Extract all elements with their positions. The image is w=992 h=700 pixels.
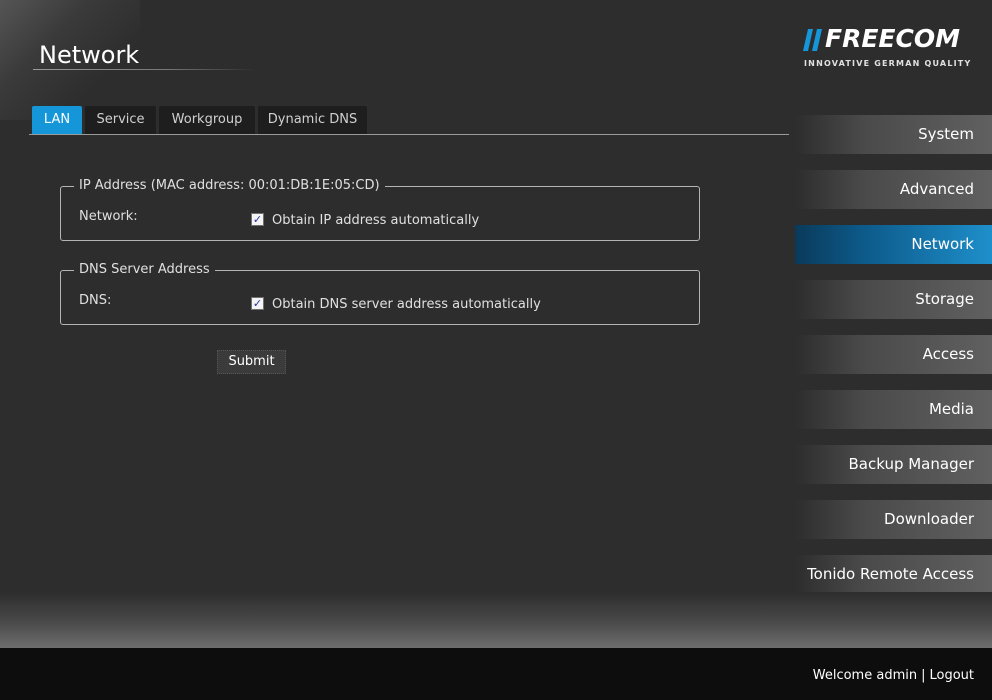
footer-bar: Welcome admin | Logout xyxy=(0,648,992,700)
logo-slashes-icon xyxy=(803,29,822,51)
bottom-gradient xyxy=(0,592,992,648)
logo-wordmark: FREECOM xyxy=(825,24,960,53)
nav-item-storage[interactable]: Storage xyxy=(795,280,992,319)
ip-address-legend: IP Address (MAC address: 00:01:DB:1E:05:… xyxy=(74,178,385,193)
obtain-ip-checkbox[interactable]: ✓ xyxy=(251,213,264,226)
nav-item-advanced[interactable]: Advanced xyxy=(795,170,992,209)
nav-item-network[interactable]: Network xyxy=(795,225,992,264)
network-label: Network: xyxy=(79,209,138,224)
footer-separator: | xyxy=(921,668,926,683)
footer-text: Welcome admin | Logout xyxy=(813,668,974,683)
welcome-text: Welcome admin xyxy=(812,668,918,683)
nav-item-access[interactable]: Access xyxy=(795,335,992,374)
submit-button[interactable]: Submit xyxy=(217,350,286,374)
tab-lan[interactable]: LAN xyxy=(32,106,82,134)
obtain-dns-checkbox[interactable]: ✓ xyxy=(251,297,264,310)
logout-link[interactable]: Logout xyxy=(929,668,974,683)
tab-divider xyxy=(29,134,789,135)
tab-dynamic-dns[interactable]: Dynamic DNS xyxy=(258,106,367,134)
nav-item-tonido-remote-access[interactable]: Tonido Remote Access xyxy=(795,555,992,594)
nav-item-downloader[interactable]: Downloader xyxy=(795,500,992,539)
title-underline xyxy=(33,69,255,70)
tab-service[interactable]: Service xyxy=(85,106,156,134)
nav-item-media[interactable]: Media xyxy=(795,390,992,429)
logo-tagline: INNOVATIVE GERMAN QUALITY xyxy=(804,59,972,68)
dns-label: DNS: xyxy=(79,293,112,308)
dns-server-fieldset: DNS Server Address DNS: ✓ Obtain DNS ser… xyxy=(60,262,700,325)
checkmark-icon: ✓ xyxy=(252,213,263,226)
obtain-ip-label[interactable]: Obtain IP address automatically xyxy=(272,213,479,228)
checkmark-icon: ✓ xyxy=(252,297,263,310)
tab-workgroup[interactable]: Workgroup xyxy=(159,106,255,134)
nav-item-backup-manager[interactable]: Backup Manager xyxy=(795,445,992,484)
page-title: Network xyxy=(39,41,140,69)
obtain-dns-label[interactable]: Obtain DNS server address automatically xyxy=(272,297,541,312)
dns-server-legend: DNS Server Address xyxy=(74,262,215,277)
ip-address-fieldset: IP Address (MAC address: 00:01:DB:1E:05:… xyxy=(60,178,700,241)
freecom-logo: FREECOM INNOVATIVE GERMAN QUALITY xyxy=(803,24,972,73)
nav-item-system[interactable]: System xyxy=(795,115,992,154)
